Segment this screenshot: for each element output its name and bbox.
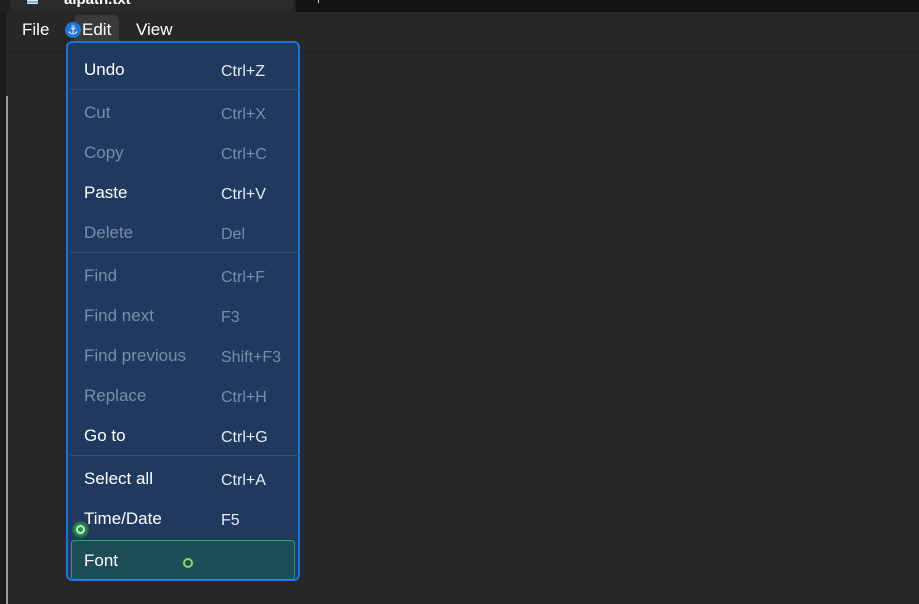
menu-item-shortcut: Del xyxy=(221,226,246,243)
menu-item-font[interactable]: Font xyxy=(71,540,295,580)
menu-item-label: Paste xyxy=(84,183,128,202)
menu-item-label: Select all xyxy=(84,469,153,488)
menu-item-undo[interactable]: Undo Ctrl+Z xyxy=(68,54,298,86)
menu-item-label: Replace xyxy=(84,386,147,405)
menu-item-label: Cut xyxy=(84,103,111,122)
menu-item-label: Find next xyxy=(84,306,154,325)
edit-menu-dropdown: Undo Ctrl+Z Cut Ctrl+X Copy Ctrl+C Paste… xyxy=(66,41,300,581)
menu-file[interactable]: File xyxy=(14,15,57,45)
menu-item-label: Copy xyxy=(84,143,124,162)
menu-item-go-to[interactable]: Go to Ctrl+G xyxy=(68,420,298,452)
menu-item-find-next[interactable]: Find next F3 xyxy=(68,300,298,332)
menu-separator xyxy=(70,89,300,90)
menu-item-label: Find previous xyxy=(84,346,187,365)
notepad-document-icon xyxy=(27,0,38,4)
anchor-icon: ⚓ xyxy=(65,22,81,38)
menu-item-label: Delete xyxy=(84,223,134,242)
menu-item-shortcut: Ctrl+A xyxy=(221,472,266,489)
menu-item-find-previous[interactable]: Find previous Shift+F3 xyxy=(68,340,298,372)
document-tab[interactable] xyxy=(10,0,294,12)
window-title: aipath.txt xyxy=(64,0,131,9)
menu-item-cut[interactable]: Cut Ctrl+X xyxy=(68,97,298,129)
menu-item-label: Go to xyxy=(84,426,126,445)
menu-item-shortcut: Ctrl+G xyxy=(221,429,268,446)
menu-item-shortcut: Ctrl+F xyxy=(221,269,265,286)
menu-item-shortcut: Shift+F3 xyxy=(221,349,282,366)
menu-item-shortcut: Ctrl+X xyxy=(221,106,266,123)
title-bar-empty-area xyxy=(296,0,919,12)
new-tab-button[interactable] xyxy=(318,0,319,3)
menu-separator xyxy=(70,252,300,253)
menu-item-delete[interactable]: Delete Del xyxy=(68,217,298,249)
menu-item-label: Time/Date xyxy=(84,509,162,528)
menu-item-replace[interactable]: Replace Ctrl+H xyxy=(68,380,298,412)
menu-item-paste[interactable]: Paste Ctrl+V xyxy=(68,177,298,209)
menu-item-time-date[interactable]: Time/Date F5 xyxy=(68,503,298,535)
menu-item-copy[interactable]: Copy Ctrl+C xyxy=(68,137,298,169)
cursor-indicator-icon xyxy=(183,558,193,568)
menu-item-find[interactable]: Find Ctrl+F xyxy=(68,260,298,292)
menu-item-shortcut: Ctrl+H xyxy=(221,389,267,406)
scrollbar-track[interactable] xyxy=(6,96,8,604)
target-icon xyxy=(72,521,89,538)
menu-item-label: Font xyxy=(84,551,119,570)
title-bar: aipath.txt xyxy=(0,0,919,12)
menu-item-select-all[interactable]: Select all Ctrl+A xyxy=(68,463,298,495)
menu-item-label: Find xyxy=(84,266,118,285)
menu-item-shortcut: Ctrl+V xyxy=(221,186,266,203)
menu-item-label: Undo xyxy=(84,60,125,79)
menu-item-shortcut: F5 xyxy=(221,512,240,529)
menu-item-shortcut: F3 xyxy=(221,309,240,326)
menu-item-shortcut: Ctrl+Z xyxy=(221,63,265,80)
menu-item-shortcut: Ctrl+C xyxy=(221,146,267,163)
menu-separator xyxy=(70,455,300,456)
